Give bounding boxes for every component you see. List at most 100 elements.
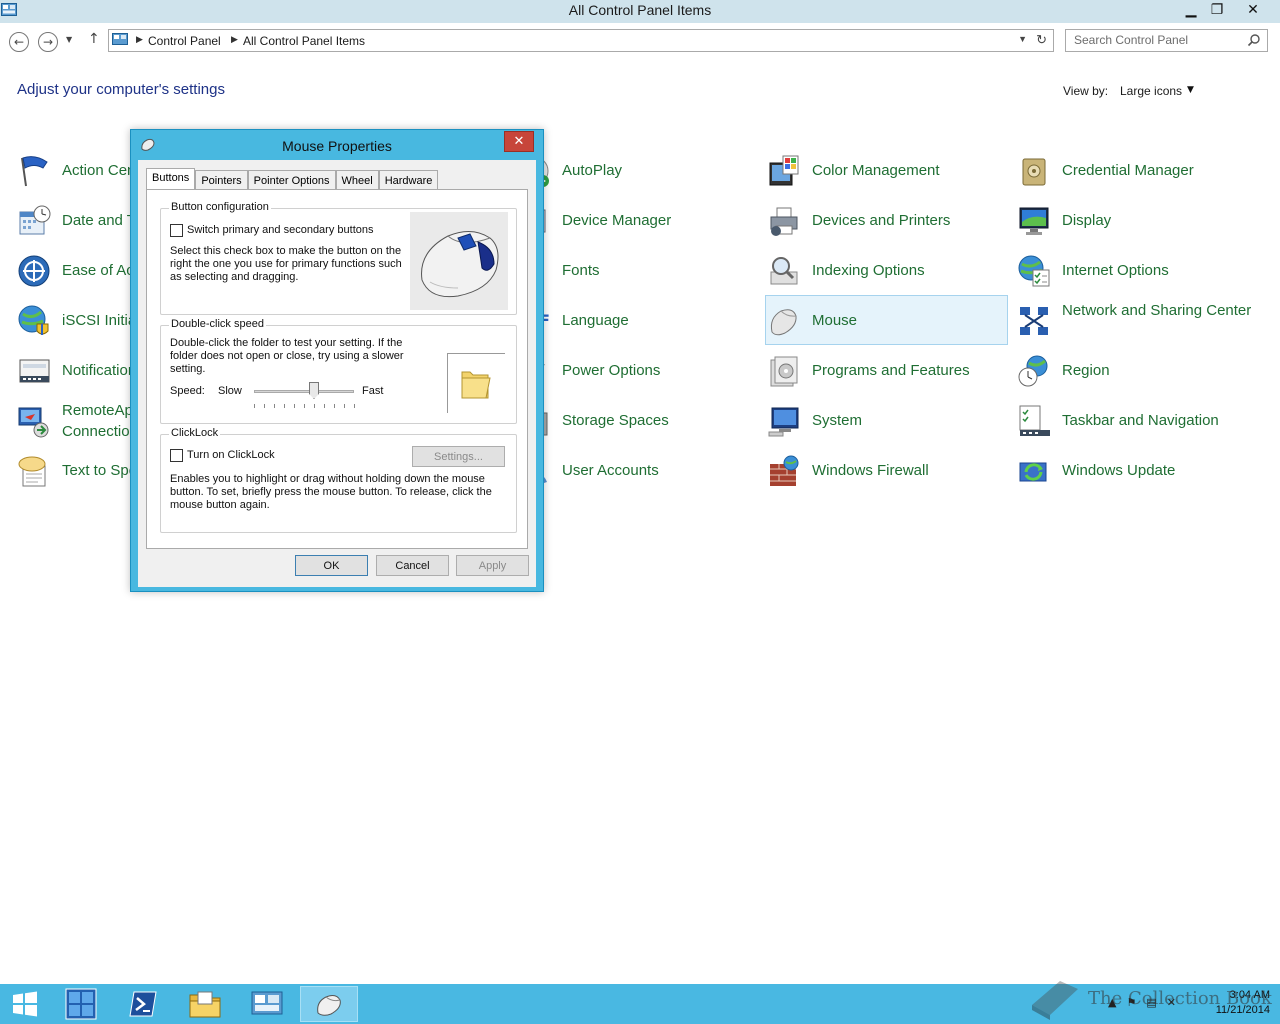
restore-button[interactable]: ❐	[1204, 0, 1230, 20]
cp-item-autoplay[interactable]: AutoPlay	[517, 146, 757, 194]
button-config-description: Select this check box to make the button…	[170, 245, 402, 283]
tab-pointers[interactable]: Pointers	[195, 170, 248, 190]
view-by-dropdown[interactable]: Large icons	[1120, 84, 1182, 98]
recent-locations-button[interactable]: ▼	[66, 35, 72, 44]
network-tray-icon[interactable]: ▤	[1146, 996, 1156, 1009]
cancel-button[interactable]: Cancel	[376, 555, 449, 576]
remoteapp-icon	[18, 407, 49, 438]
taskbar-control-panel[interactable]	[238, 986, 296, 1022]
taskbar-mouse-properties[interactable]	[300, 986, 358, 1022]
refresh-icon[interactable]: ↻	[1036, 32, 1047, 48]
tab-hardware[interactable]: Hardware	[378, 170, 439, 190]
folder-icon[interactable]	[448, 354, 504, 412]
cp-item-mouse[interactable]: Mouse	[765, 295, 1008, 345]
tab-wheel[interactable]: Wheel	[335, 170, 379, 190]
clicklock-checkbox-label[interactable]: Turn on ClickLock	[187, 449, 275, 462]
taskbar-icon	[1019, 405, 1050, 436]
up-button[interactable]: ↑	[88, 31, 100, 47]
cp-item-network-sharing[interactable]: Network and Sharing Center	[1017, 296, 1257, 344]
cp-item-color-management[interactable]: Color Management	[767, 146, 1007, 194]
show-hidden-icons-icon[interactable]: ▲	[1108, 996, 1116, 1009]
address-bar[interactable]: ▶ Control Panel ▶ All Control Panel Item…	[108, 29, 1054, 52]
slider-tick	[324, 404, 325, 408]
slider-tick	[334, 404, 335, 408]
calendar-clock-icon	[19, 205, 51, 235]
cp-item-indexing-options[interactable]: Indexing Options	[767, 246, 1007, 294]
volume-muted-icon[interactable]: ✕	[1167, 996, 1176, 1009]
cp-item-internet-options[interactable]: Internet Options	[1017, 246, 1257, 294]
chevron-down-icon: ▼	[66, 35, 73, 44]
search-box[interactable]	[1065, 29, 1268, 52]
cp-item-display[interactable]: Display	[1017, 196, 1257, 244]
tab-buttons[interactable]: Buttons	[146, 168, 196, 190]
cp-item-system[interactable]: System	[767, 396, 1007, 444]
tab-pointer-options[interactable]: Pointer Options	[247, 170, 336, 190]
taskbar: ▲ ⚑ ▤ ✕ 3:04 AM 11/21/2014	[0, 984, 1280, 1024]
dialog-close-button[interactable]: ✕	[504, 131, 534, 152]
arrow-left-icon: ←	[13, 35, 25, 49]
cp-item-windows-firewall[interactable]: Windows Firewall	[767, 446, 1007, 494]
clicklock-label: ClickLock	[169, 427, 221, 439]
action-center-flag-icon[interactable]: ⚑	[1126, 996, 1136, 1009]
slider-tick	[314, 404, 315, 408]
globe-shield-icon	[18, 305, 49, 335]
forward-button[interactable]: →	[38, 32, 58, 52]
test-folder-box[interactable]	[447, 353, 505, 413]
color-management-icon	[769, 155, 799, 186]
mouse-icon	[770, 309, 797, 336]
clicklock-settings-button[interactable]: Settings...	[412, 446, 505, 467]
slider-tick	[304, 404, 305, 408]
cp-item-taskbar-navigation[interactable]: Taskbar and Navigation	[1017, 396, 1257, 444]
start-button[interactable]	[0, 986, 50, 1022]
region-icon	[1018, 355, 1048, 387]
cp-item-fonts[interactable]: A Fonts	[517, 246, 757, 294]
mouse-properties-dialog: Mouse Properties ✕ Buttons Pointers Poin…	[130, 129, 544, 592]
taskbar-server-manager[interactable]	[52, 986, 110, 1022]
minimize-button[interactable]: ▁	[1178, 0, 1204, 20]
cp-item-region[interactable]: Region	[1017, 346, 1257, 394]
switch-buttons-checkbox[interactable]	[170, 224, 183, 237]
firewall-icon	[770, 455, 799, 486]
slider-tick	[284, 404, 285, 408]
breadcrumb-separator-icon: ▶	[231, 34, 238, 44]
slider-tick	[254, 404, 255, 408]
clock-date: 11/21/2014	[1215, 1004, 1270, 1016]
mouse-icon	[317, 995, 341, 1016]
search-icon[interactable]	[1247, 33, 1261, 47]
cp-item-language[interactable]: F Language	[517, 296, 757, 344]
ease-of-access-icon	[18, 255, 50, 287]
button-configuration-label: Button configuration	[169, 201, 271, 213]
arrow-right-icon: →	[42, 35, 54, 49]
mouse-illustration-icon	[421, 231, 499, 298]
address-dropdown-icon[interactable]: ▼	[1018, 34, 1027, 44]
cp-item-devices-printers[interactable]: Devices and Printers	[767, 196, 1007, 244]
network-icon	[1020, 307, 1048, 335]
ok-button[interactable]: OK	[295, 555, 368, 576]
close-button[interactable]: ✕	[1230, 0, 1276, 20]
cp-item-user-accounts[interactable]: User Accounts	[517, 446, 757, 494]
speed-slider-thumb[interactable]	[309, 382, 319, 399]
search-input[interactable]	[1074, 33, 1244, 47]
cp-item-device-manager[interactable]: Device Manager	[517, 196, 757, 244]
cp-item-power-options[interactable]: Power Options	[517, 346, 757, 394]
view-by-label: View by:	[1063, 84, 1109, 98]
taskbar-powershell[interactable]	[114, 986, 172, 1022]
cp-item-storage-spaces[interactable]: Storage Spaces	[517, 396, 757, 444]
apply-button[interactable]: Apply	[456, 555, 529, 576]
dialog-body: Buttons Pointers Pointer Options Wheel H…	[138, 160, 536, 587]
arrow-up-icon: ↑	[88, 31, 100, 47]
clock[interactable]: 3:04 AM 11/21/2014	[1216, 988, 1270, 1018]
switch-buttons-label[interactable]: Switch primary and secondary buttons	[187, 224, 373, 237]
speed-slider-track[interactable]	[254, 390, 354, 393]
clicklock-checkbox[interactable]	[170, 449, 183, 462]
windows-update-icon	[1019, 462, 1047, 482]
cp-item-windows-update[interactable]: Windows Update	[1017, 446, 1257, 494]
taskbar-file-explorer[interactable]	[176, 986, 234, 1022]
view-by-caret-icon[interactable]: ▼	[1187, 85, 1194, 95]
back-button[interactable]: ←	[9, 32, 29, 52]
cp-item-credential-manager[interactable]: Credential Manager	[1017, 146, 1257, 194]
breadcrumb-control-panel[interactable]: Control Panel	[148, 34, 221, 48]
breadcrumb-all-items[interactable]: All Control Panel Items	[243, 34, 365, 48]
window-titlebar: All Control Panel Items ▁ ❐ ✕	[0, 0, 1280, 23]
cp-item-programs-features[interactable]: Programs and Features	[767, 346, 1007, 394]
